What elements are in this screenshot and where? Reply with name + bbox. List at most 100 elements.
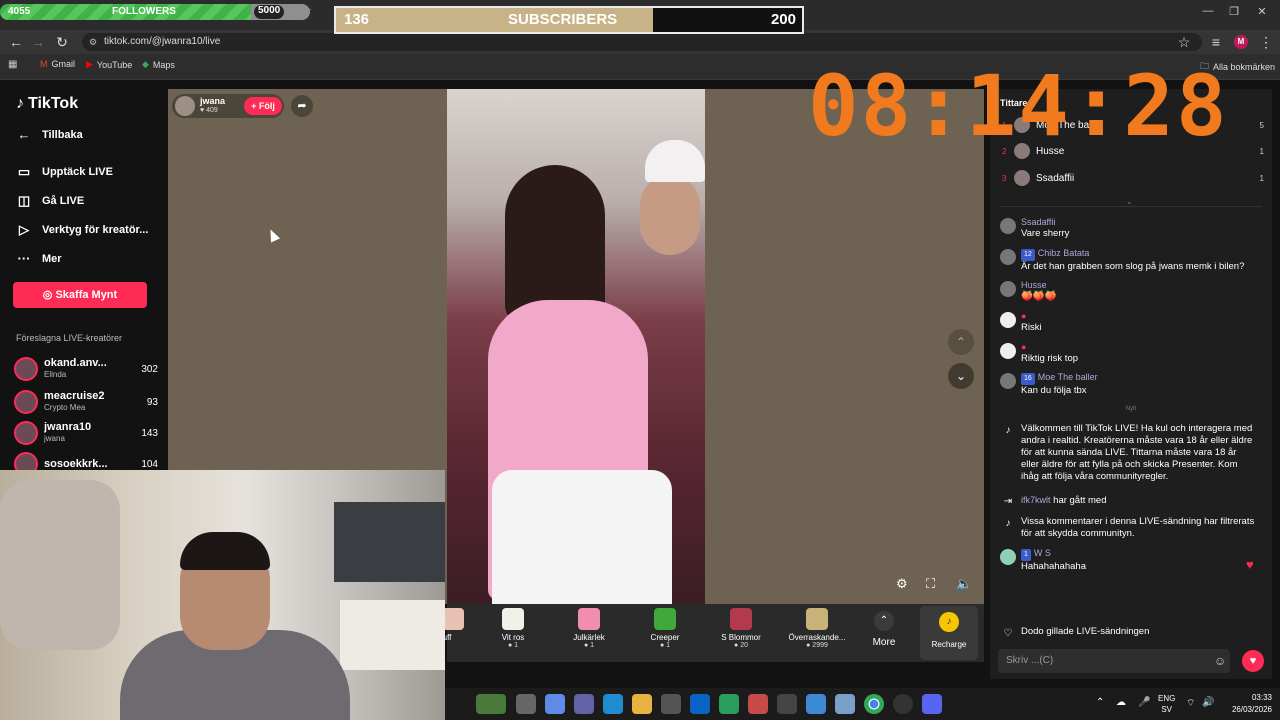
back-link[interactable]: ← Tillbaka — [16, 127, 83, 142]
back-arrow-icon[interactable]: ← — [6, 32, 26, 52]
gallery-icon[interactable] — [835, 694, 855, 714]
chat-comment[interactable]: ● Riktig risk top — [1000, 341, 1262, 365]
host-likes: ♥ 409 — [200, 107, 218, 114]
viewer-row[interactable]: 3 Ssadaffii 1 — [1002, 170, 1264, 186]
teams-icon[interactable] — [574, 694, 594, 714]
url-input[interactable]: ⚙ tiktok.com/@jwanra10/live — [82, 33, 1202, 51]
scroll-up-icon[interactable]: ⌃ — [948, 329, 974, 355]
chrome-icon[interactable] — [864, 694, 884, 714]
commenter-avatar — [1000, 373, 1016, 389]
copilot-icon[interactable] — [545, 694, 565, 714]
store-icon[interactable] — [661, 694, 681, 714]
obs-icon[interactable] — [893, 694, 913, 714]
divider — [1000, 206, 1262, 207]
commenter-avatar — [1000, 343, 1016, 359]
chat-comment[interactable]: Husse 🍑🍑🍑 — [1000, 279, 1262, 303]
recharge-button[interactable]: ♪ Recharge — [920, 606, 978, 660]
host-avatar[interactable] — [175, 96, 195, 116]
level-badge: 12 — [1021, 249, 1035, 261]
system-clock[interactable]: 03:33 26/03/2026 — [1220, 692, 1272, 716]
onedrive-icon[interactable]: ☁ — [1116, 697, 1126, 708]
gift-more-button[interactable]: ⌃ More — [866, 611, 902, 648]
new-messages-divider: Nytt — [1125, 406, 1137, 412]
maximize-icon[interactable]: ❐ — [1224, 5, 1244, 23]
outlook-icon[interactable] — [690, 694, 710, 714]
creator-item[interactable]: jwanra10 jwana 143 — [14, 419, 160, 447]
more-dots-icon: ··· — [17, 251, 31, 266]
expand-viewers-icon[interactable]: ⌄ — [1126, 197, 1133, 206]
gmail-icon: M — [40, 59, 48, 69]
bookmark-youtube[interactable]: ▶ YouTube — [86, 59, 132, 70]
apps-grid-icon[interactable]: ▦ — [8, 59, 17, 70]
reload-icon[interactable]: ↻ — [52, 32, 72, 52]
bookmark-star-icon[interactable]: ☆ — [1174, 32, 1194, 52]
level-badge: 16 — [1021, 373, 1035, 385]
language-indicator[interactable]: ENG SV — [1158, 693, 1175, 715]
discord-icon[interactable] — [922, 694, 942, 714]
tray-chevron-icon[interactable]: ⌃ — [1096, 697, 1104, 708]
settings-icon[interactable]: ⚙ — [896, 576, 908, 592]
coin-icon: ♪ — [939, 612, 959, 632]
creator-item[interactable]: meacruise2 Crypto Mea 93 — [14, 388, 160, 416]
share-icon[interactable]: ➦ — [291, 95, 313, 117]
followers-current: 4055 — [8, 6, 31, 17]
tiktok-logo[interactable]: ♪ TikTok — [16, 95, 78, 113]
media-icon[interactable]: ≡ — [1206, 32, 1226, 52]
camera-icon: ◫ — [17, 193, 31, 208]
profile-avatar[interactable]: M — [1234, 35, 1248, 49]
commenter-avatar — [1000, 549, 1016, 565]
gift-item[interactable]: Överraskande... ● 2999 — [782, 608, 852, 649]
edge-icon[interactable] — [603, 694, 623, 714]
nav-creator-tools[interactable]: ▷ Verktyg för kreatör... — [16, 222, 148, 238]
chat-comment[interactable]: ● Riski — [1000, 310, 1262, 334]
creator-avatar — [14, 421, 38, 445]
shield-icon[interactable] — [719, 694, 739, 714]
chat-input[interactable]: Skriv ...(C) — [998, 649, 1230, 673]
send-gift-heart-button[interactable]: ♥ — [1242, 650, 1264, 672]
bookmark-gmail[interactable]: M Gmail — [40, 59, 75, 69]
nav-discover-live[interactable]: ▭ Upptäck LIVE — [16, 164, 113, 180]
gift-item[interactable]: Creeper ● 1 — [630, 608, 700, 649]
file-explorer-icon[interactable] — [632, 694, 652, 714]
emoji-icon[interactable]: ☺ — [1214, 654, 1226, 668]
nav-go-live[interactable]: ◫ Gå LIVE — [16, 193, 84, 209]
chat-comment[interactable]: 16 Moe The baller Kan du följa tbx — [1000, 371, 1262, 397]
surprise-box-icon — [806, 608, 828, 630]
join-message: ⇥ ifk7kwlt har gått med — [1000, 494, 1262, 512]
back-circle-icon: ← — [17, 127, 31, 142]
speaker-icon[interactable]: 🔊 — [1202, 697, 1214, 708]
chat-comment[interactable]: Ssadaffii Vare sherry — [1000, 216, 1262, 240]
mic-icon[interactable]: 🎤 — [1138, 697, 1150, 708]
chat-comment[interactable]: 12 Chibz Batata Är det han grabben som slo… — [1000, 247, 1262, 273]
menu-dots-icon[interactable]: ⋮ — [1256, 32, 1276, 52]
host-name[interactable]: jwana — [200, 96, 225, 106]
commenter-avatar — [1000, 249, 1016, 265]
task-view-icon[interactable] — [516, 694, 536, 714]
site-info-icon[interactable]: ⚙ — [89, 33, 97, 51]
office-icon[interactable] — [748, 694, 768, 714]
scroll-down-icon[interactable]: ⌄ — [948, 363, 974, 389]
cube-icon[interactable] — [777, 694, 797, 714]
get-coins-button[interactable]: ◎ Skaffa Mynt — [13, 282, 147, 308]
chat-comment[interactable]: 1W S Hahahahahaha — [1000, 547, 1262, 573]
video-person-right — [640, 175, 700, 255]
nav-more[interactable]: ··· Mer — [16, 251, 62, 266]
creator-item[interactable]: okand.anv... Elinda 302 — [14, 355, 160, 383]
widget-icon[interactable] — [476, 694, 506, 714]
gift-item[interactable]: Julkärlek ● 1 — [554, 608, 624, 649]
creeper-icon — [654, 608, 676, 630]
suggested-creators-title: Föreslagna LIVE-kreatörer — [16, 333, 123, 343]
tiktok-icon: ♪ — [1005, 425, 1011, 436]
follow-button[interactable]: + Följ — [244, 97, 282, 115]
photos-icon[interactable] — [806, 694, 826, 714]
wifi-icon[interactable]: ⌔ — [1186, 697, 1195, 710]
gift-item[interactable]: S Blommor ● 20 — [706, 608, 776, 649]
fullscreen-icon[interactable]: ⛶ — [926, 576, 935, 592]
volume-icon[interactable]: 🔈 — [956, 576, 972, 592]
minimize-icon[interactable]: — — [1198, 5, 1218, 23]
play-box-icon: ▷ — [19, 222, 29, 237]
bookmark-maps[interactable]: ◆ Maps — [142, 59, 175, 70]
close-window-icon[interactable]: ✕ — [1252, 5, 1272, 23]
gift-item[interactable]: Vit ros ● 1 — [478, 608, 548, 649]
forward-arrow-icon[interactable]: → — [28, 32, 48, 52]
